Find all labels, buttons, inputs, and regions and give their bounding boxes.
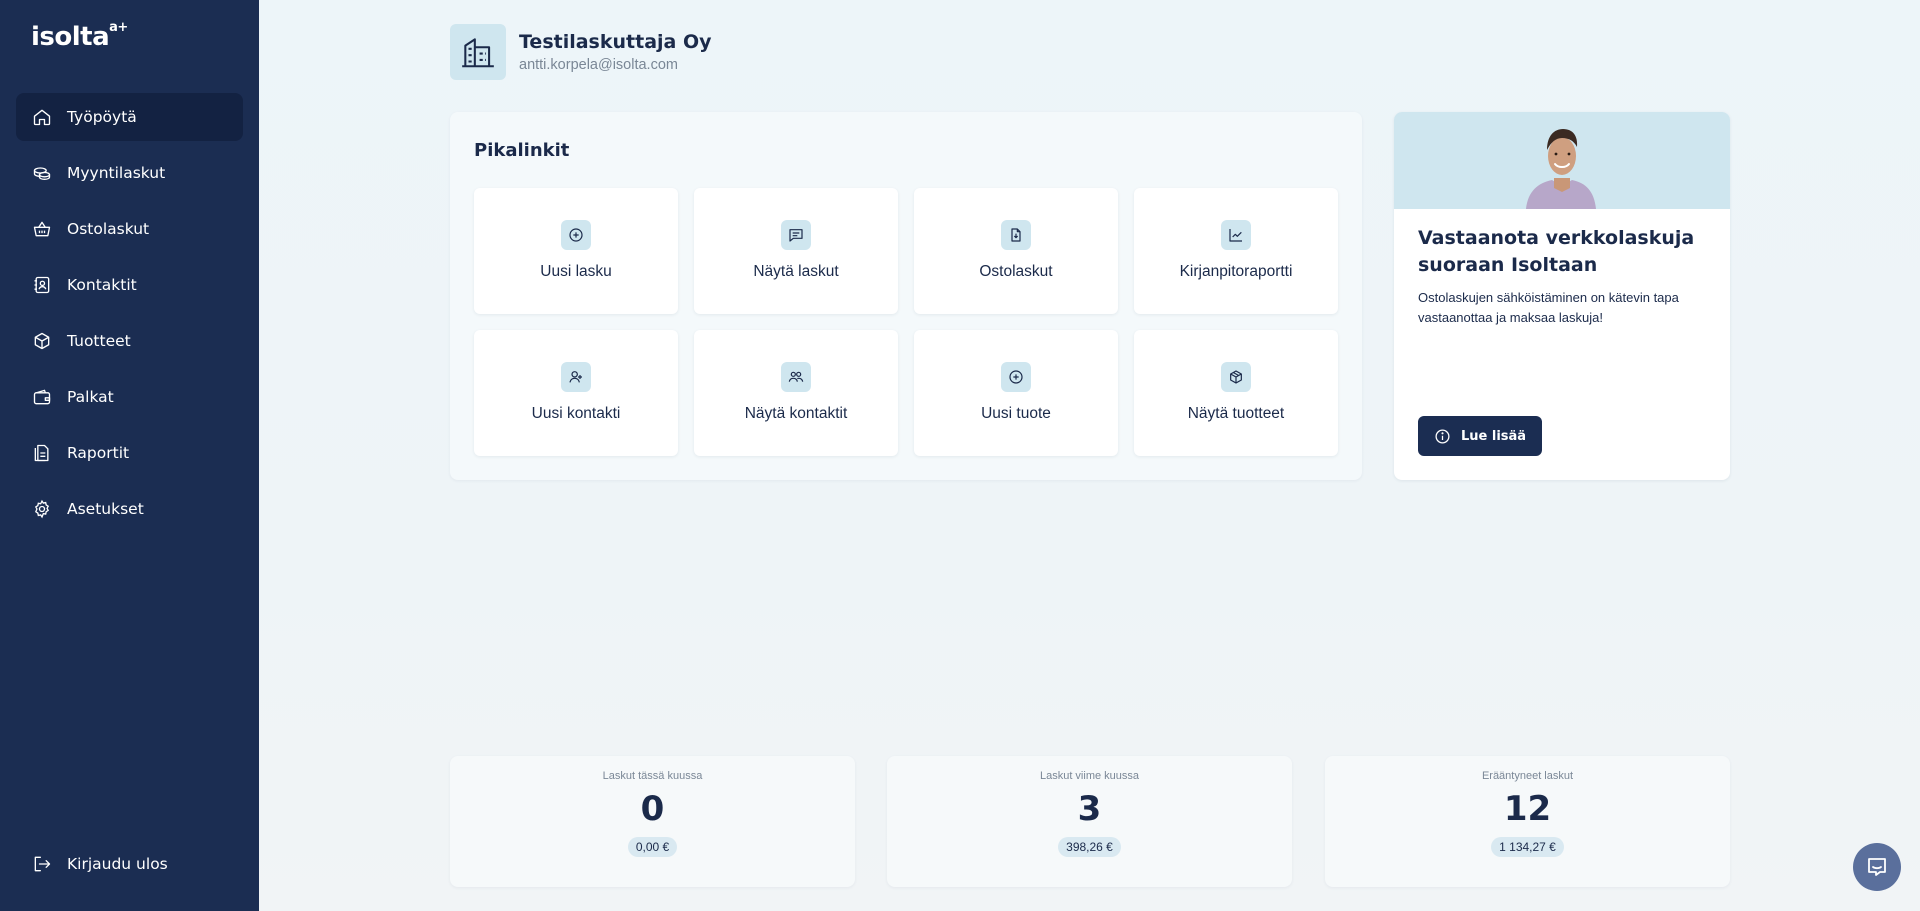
chart-line-icon [1221,220,1251,250]
sidebar-item-label: Työpöytä [67,108,137,126]
sidebar-item-label: Kontaktit [67,276,137,294]
coins-icon [32,163,52,183]
chat-button[interactable] [1853,843,1901,891]
quicklink-label: Näytä tuotteet [1187,405,1285,422]
sidebar-item-palkat[interactable]: Palkat [16,373,243,421]
quicklink-nayta-kontaktit[interactable]: Näytä kontaktit [694,330,898,456]
promo-image [1394,112,1730,209]
basket-icon [32,219,52,239]
plus-circle-icon [561,220,591,250]
stat-amount-badge: 398,26 € [1058,837,1121,857]
quicklinks-grid: Uusi lasku Näytä laskut Ostolaskut Kirja… [474,188,1338,456]
quicklink-kirjanpitoraportti[interactable]: Kirjanpitoraportti [1134,188,1338,314]
quicklink-label: Ostolaskut [979,263,1053,280]
promo-title: Vastaanota verkkolaskuja suoraan Isoltaa… [1418,227,1695,276]
building-icon [450,24,506,80]
stat-label: Erääntyneet laskut [1481,770,1574,782]
contact-book-icon [32,275,52,295]
stat-label: Laskut viime kuussa [1039,770,1140,782]
quicklink-label: Uusi kontakti [531,405,621,422]
users-icon [781,362,811,392]
sidebar: isoltaa+ Työpöytä Myyntilaskut Ostolasku… [0,0,259,911]
sidebar-item-label: Asetukset [67,500,144,518]
sidebar-item-tuotteet[interactable]: Tuotteet [16,317,243,365]
logo-text: isolta [31,22,110,52]
logout-icon [32,854,52,874]
stat-value: 12 [1503,789,1552,829]
quicklink-label: Näytä laskut [753,263,839,280]
promo-card: Vastaanota verkkolaskuja suoraan Isoltaa… [1394,112,1730,480]
quicklink-uusi-tuote[interactable]: Uusi tuote [914,330,1118,456]
isolta-logo[interactable]: isoltaa+ [31,20,128,52]
stat-card-last-month[interactable]: Laskut viime kuussa 3 398,26 € [887,756,1292,887]
sidebar-item-raportit[interactable]: Raportit [16,429,243,477]
box-icon [1221,362,1251,392]
sidebar-item-label: Tuotteet [67,332,131,350]
home-icon [32,107,52,127]
logo-superscript: a+ [109,20,128,36]
sidebar-item-myyntilaskut[interactable]: Myyntilaskut [16,149,243,197]
quicklink-ostolaskut[interactable]: Ostolaskut [914,188,1118,314]
info-icon [1434,428,1451,445]
quicklink-uusi-lasku[interactable]: Uusi lasku [474,188,678,314]
stat-card-this-month[interactable]: Laskut tässä kuussa 0 0,00 € [450,756,855,887]
quicklink-uusi-kontakti[interactable]: Uusi kontakti [474,330,678,456]
quicklink-nayta-tuotteet[interactable]: Näytä tuotteet [1134,330,1338,456]
main-content: Testilaskuttaja Oy antti.korpela@isolta.… [259,0,1920,911]
package-icon [32,331,52,351]
quicklink-label: Kirjanpitoraportti [1179,263,1293,280]
sidebar-nav: Työpöytä Myyntilaskut Ostolaskut Kontakt… [16,93,243,541]
sidebar-item-asetukset[interactable]: Asetukset [16,485,243,533]
gear-icon [32,499,52,519]
wallet-icon [32,387,52,407]
sidebar-item-tyopoyta[interactable]: Työpöytä [16,93,243,141]
user-plus-icon [561,362,591,392]
sidebar-item-label: Ostolaskut [67,220,150,238]
logout-label: Kirjaudu ulos [67,855,168,873]
company-email: antti.korpela@isolta.com [519,57,678,73]
stat-amount-badge: 1 134,27 € [1491,837,1564,857]
sidebar-item-label: Raportit [67,444,130,462]
plus-circle-icon [1001,362,1031,392]
sidebar-item-ostolaskut[interactable]: Ostolaskut [16,205,243,253]
quicklink-label: Uusi lasku [540,263,612,280]
chat-icon [1865,855,1889,879]
message-list-icon [781,220,811,250]
stat-value: 3 [1077,789,1102,829]
logout-button[interactable]: Kirjaudu ulos [32,854,168,874]
read-more-label: Lue lisää [1461,428,1527,444]
person-illustration [1526,129,1596,209]
company-header: Testilaskuttaja Oy antti.korpela@isolta.… [450,24,712,80]
quicklinks-title: Pikalinkit [474,140,570,161]
stat-amount-badge: 0,00 € [627,837,678,857]
sidebar-item-label: Palkat [67,388,114,406]
read-more-button[interactable]: Lue lisää [1418,416,1543,456]
file-download-icon [1001,220,1031,250]
stat-value: 0 [640,789,665,829]
company-name: Testilaskuttaja Oy [519,31,712,53]
quicklink-label: Uusi tuote [981,405,1051,422]
sidebar-item-label: Myyntilaskut [67,164,166,182]
stat-label: Laskut tässä kuussa [602,770,703,782]
document-icon [32,443,52,463]
promo-text: Ostolaskujen sähköistäminen on kätevin t… [1418,290,1679,325]
quicklink-label: Näytä kontaktit [744,405,848,422]
quicklinks-panel: Pikalinkit Uusi lasku Näytä laskut Ostol… [450,112,1362,480]
quicklink-nayta-laskut[interactable]: Näytä laskut [694,188,898,314]
sidebar-item-kontaktit[interactable]: Kontaktit [16,261,243,309]
stat-card-overdue[interactable]: Erääntyneet laskut 12 1 134,27 € [1325,756,1730,887]
